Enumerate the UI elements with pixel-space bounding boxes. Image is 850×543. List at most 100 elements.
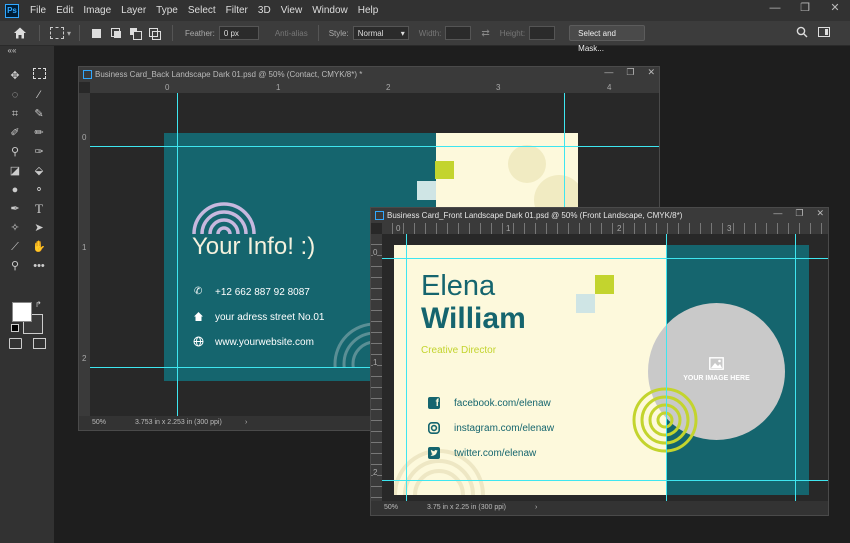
lasso-tool-icon[interactable]: ◌ [7,87,23,103]
ruler-tick-label: 4 [607,83,612,92]
zoom-tool-icon[interactable]: ⚲ [7,258,23,274]
brush-tool-icon[interactable]: ✏ [31,125,47,141]
hand-tool-icon[interactable]: ✋ [31,239,47,255]
chevron-right-icon[interactable]: › [535,501,537,515]
zoom-level[interactable]: 50% [384,501,398,515]
intersect-selection-icon[interactable] [149,27,162,40]
guide-horizontal[interactable] [90,146,659,147]
ps-file-icon [83,70,92,79]
close-button[interactable]: ✕ [820,0,850,21]
lime-square [435,161,454,179]
menu-type[interactable]: Type [151,5,183,16]
minimize-button[interactable]: — [604,67,613,77]
swap-colors-icon[interactable]: ↱ [35,300,42,309]
menu-select[interactable]: Select [183,5,221,16]
facebook-icon: f [428,397,440,409]
line-tool-icon[interactable]: ⟋ [7,239,23,255]
blur-tool-icon[interactable]: ● [7,182,23,198]
close-button[interactable]: ✕ [816,208,824,218]
rectangular-marquee-tool-icon[interactable] [31,68,47,84]
default-colors-icon[interactable] [11,324,19,332]
subtract-selection-icon[interactable] [130,27,143,40]
minimize-button[interactable]: — [760,0,790,21]
quick-mask-icon[interactable] [7,338,23,354]
move-tool-icon[interactable]: ✥ [7,68,23,84]
more-tools-icon[interactable]: ••• [31,258,47,274]
horizontal-ruler[interactable]: 0 1 2 3 [382,223,828,234]
document-tab-back[interactable]: Business Card_Back Landscape Dark 01.psd… [79,67,659,82]
foreground-color-swatch[interactable] [12,302,32,322]
document-dimensions: 3.753 in x 2.253 in (300 ppi) [135,419,222,426]
ruler-tick-label: 1 [505,224,512,233]
pen-tool-icon[interactable]: ✒ [7,201,23,217]
feather-label: Feather: [185,28,215,38]
vertical-ruler[interactable]: 0 1 2 [79,93,90,416]
search-icon[interactable] [796,26,808,38]
crop-tool-icon[interactable]: ⌗ [7,106,23,122]
tools-panel: «« ✥ ◌ ⁄ ⌗ ✎ ✐ ✏ ⚲ ✑ ◪ ⬙ ● ⚬ ✒ T ✧ ➤ ⟋ ✋… [0,46,54,543]
concentric-rings [632,387,698,453]
menu-window[interactable]: Window [307,5,353,16]
guide-vertical[interactable] [177,93,178,416]
close-button[interactable]: ✕ [647,67,655,77]
quick-selection-tool-icon[interactable]: ⁄ [31,87,47,103]
clone-stamp-tool-icon[interactable]: ⚲ [7,144,23,160]
restore-button[interactable]: ❐ [795,208,803,218]
select-and-mask-button[interactable]: Select and Mask... [569,25,646,53]
ruler-tick-label: 3 [496,83,501,92]
menu-edit[interactable]: Edit [51,5,78,16]
twitter-text: twitter.com/elenaw [454,448,537,459]
eyedropper-tool-icon[interactable]: ✎ [31,106,47,122]
guide-vertical[interactable] [795,234,796,501]
menu-layer[interactable]: Layer [116,5,151,16]
healing-brush-tool-icon[interactable]: ✐ [7,125,23,141]
zoom-level[interactable]: 50% [92,416,106,430]
vertical-ruler[interactable]: 0 1 2 [371,234,382,501]
antialias-label[interactable]: Anti-alias [275,29,308,38]
photoshop-logo[interactable]: Ps [5,3,19,18]
dodge-tool-icon[interactable]: ⚬ [31,182,47,198]
width-input[interactable] [445,26,472,40]
horizontal-ruler[interactable]: 0 1 2 3 4 [90,82,659,93]
guide-vertical[interactable] [666,234,667,501]
direct-selection-tool-icon[interactable]: ➤ [31,220,47,236]
chevron-down-icon[interactable]: ▾ [67,29,71,38]
path-selection-tool-icon[interactable]: ✧ [7,220,23,236]
height-input[interactable] [529,26,556,40]
marquee-tool-preset-icon[interactable] [50,27,64,39]
swap-icon[interactable]: ⇄ [481,28,489,39]
website-text: www.yourwebsite.com [215,337,314,348]
feather-input[interactable]: 0 px [218,26,259,40]
last-name: William [421,302,526,335]
guide-horizontal[interactable] [382,258,828,259]
menu-view[interactable]: View [276,5,308,16]
light-blue-square [576,294,595,313]
guide-vertical[interactable] [406,234,407,501]
menu-help[interactable]: Help [353,5,384,16]
screen-mode-icon[interactable] [31,338,47,354]
style-select[interactable]: Normal ▾ [352,26,409,40]
add-selection-icon[interactable] [111,27,122,39]
eraser-tool-icon[interactable]: ◪ [7,163,23,179]
type-tool-icon[interactable]: T [31,201,47,217]
restore-button[interactable]: ❐ [790,0,820,21]
minimize-button[interactable]: — [773,208,782,218]
document-title: Business Card_Front Landscape Dark 01.ps… [387,211,683,220]
workspace-icon[interactable] [818,27,830,37]
menu-3d[interactable]: 3D [253,5,276,16]
collapse-panel-icon[interactable]: «« [4,46,20,62]
home-icon [194,312,203,321]
chevron-right-icon[interactable]: › [245,416,247,430]
restore-button[interactable]: ❐ [626,67,634,77]
home-icon[interactable] [13,26,27,40]
guide-horizontal[interactable] [382,480,828,481]
ruler-tick-label: 1 [82,243,87,252]
menu-file[interactable]: File [25,5,51,16]
menu-image[interactable]: Image [78,5,116,16]
document-window-front[interactable]: Business Card_Front Landscape Dark 01.ps… [370,207,829,516]
new-selection-icon[interactable] [92,28,102,38]
menu-filter[interactable]: Filter [221,5,253,16]
history-brush-tool-icon[interactable]: ✑ [31,144,47,160]
image-icon [709,357,724,370]
paint-bucket-tool-icon[interactable]: ⬙ [31,163,47,179]
